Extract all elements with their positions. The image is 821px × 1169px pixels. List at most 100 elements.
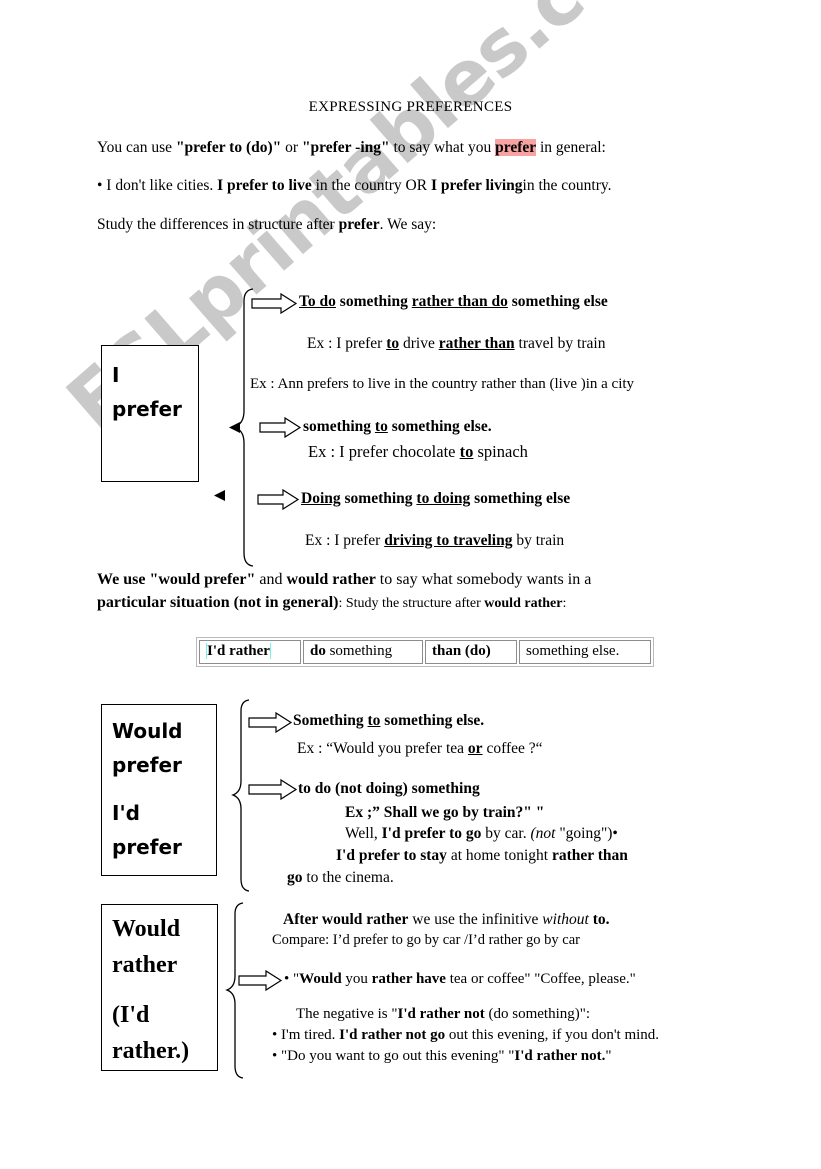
example-emph: to	[386, 335, 400, 352]
would-rather-rule-1: After would rather we use the infinitive…	[283, 911, 609, 929]
would-prefer-example-5: go to the cinema.	[287, 869, 394, 887]
would-rather-example-1: Compare: I’d prefer to go by car /I’d ra…	[272, 932, 580, 948]
intro-text: in the country.	[522, 177, 612, 194]
would-prefer-rule-2: to do (not doing) something	[298, 780, 480, 797]
key-box-line: I'd	[112, 801, 140, 825]
prefer-example-3: Ex : I prefer chocolate to spinach	[308, 442, 528, 462]
example-emph: I'd prefer to go	[381, 825, 482, 842]
intro-text: . We say:	[379, 216, 437, 233]
example-text: I'm tired.	[277, 1027, 340, 1043]
structure-table: I'd rather do something than (do) someth…	[196, 637, 654, 667]
example-text: (do something)":	[484, 1006, 591, 1022]
table-cell-comparison: than (do)	[425, 640, 517, 664]
rule-text: To do	[299, 293, 336, 310]
key-box-line: rather.)	[112, 1038, 190, 1064]
rule-text: Something	[293, 712, 368, 729]
example-text: Ex : I prefer chocolate	[308, 442, 460, 461]
rule-text: something	[340, 490, 417, 507]
rule-emph: would rather	[321, 911, 409, 928]
example-text: by train	[512, 532, 565, 549]
rule-text: something else	[470, 490, 571, 507]
brace-i-prefer	[231, 288, 254, 567]
would-rather-example-4: • I'm tired. I'd rather not go out this …	[272, 1027, 659, 1044]
example-text: "going")•	[555, 825, 618, 842]
example-emph: I'd prefer to stay	[336, 847, 447, 864]
rule-text: something	[303, 418, 375, 435]
triangle-left-icon	[229, 422, 240, 433]
arrow-right-icon	[259, 416, 302, 439]
key-box-line: rather	[112, 952, 178, 978]
key-box-line: I	[112, 363, 120, 387]
key-box-would-rather: Would rather (I'd rather.)	[101, 904, 218, 1071]
example-emph: go	[287, 869, 303, 886]
key-box-line: Would	[112, 916, 181, 942]
cell-text: something	[325, 643, 393, 659]
emph-i-prefer-to-live: I prefer to live	[217, 177, 312, 194]
would-prefer-rule-1: Something to something else.	[293, 712, 484, 730]
would-prefer-example-3: Well, I'd prefer to go by car. (not "goi…	[345, 825, 618, 843]
key-box-line: prefer	[112, 397, 182, 421]
would-prefer-example-2: Ex ;” Shall we go by train?" "	[345, 804, 545, 821]
rule-text: Doing	[301, 490, 341, 507]
cell-text: I'd rather	[207, 643, 270, 659]
example-emph: rather than	[438, 335, 515, 352]
intro-line-1: You can use "prefer to (do)" or "prefer …	[97, 138, 606, 158]
rule-text: something	[335, 293, 412, 310]
example-text: Ex : I prefer	[307, 335, 387, 352]
bridge-text: and	[255, 571, 287, 588]
intro-line-2: • I don't like cities. I prefer to live …	[97, 176, 611, 196]
table-cell-subject: I'd rather	[199, 640, 301, 664]
rule-emph-without: without	[542, 911, 589, 928]
bridge-text: to say what somebody wants in a	[375, 571, 592, 588]
example-text: Well,	[345, 825, 382, 842]
table-cell-verb: do something	[303, 640, 423, 664]
example-emph: I'd rather not	[397, 1006, 485, 1022]
emph-prefer: prefer	[338, 216, 380, 233]
example-text: "	[605, 1048, 612, 1064]
prefer-example-1: Ex : I prefer to drive rather than trave…	[307, 335, 605, 353]
worksheet-page: ESLprintables.com EXPRESSING PREFERENCES…	[0, 0, 821, 1169]
prefer-example-4: Ex : I prefer driving to traveling by tr…	[305, 532, 564, 550]
bridge-emph-would-rather: would rather	[484, 596, 563, 611]
arrow-right-icon	[248, 778, 298, 801]
intro-text: Study the differences in structure after	[97, 216, 339, 233]
cell-text: something else.	[526, 643, 620, 659]
example-emph: Would	[299, 971, 342, 987]
emph-i-prefer-living: I prefer living	[430, 177, 523, 194]
brace-would-prefer	[231, 699, 250, 892]
bridge-emph-would-prefer: "would prefer"	[149, 571, 256, 588]
rule-text: to	[374, 418, 388, 435]
bridge-text: particular situation (not in general)	[97, 594, 339, 611]
example-emph: or	[467, 740, 483, 757]
rule-text: to	[367, 712, 381, 729]
brace-would-rather	[225, 902, 244, 1079]
example-text: drive	[399, 335, 439, 352]
intro-emph-prefer-to-do: "prefer to (do)"	[175, 139, 282, 156]
bridge-line-2: particular situation (not in general): S…	[97, 593, 566, 614]
arrow-right-icon	[248, 711, 293, 734]
arrow-right-icon	[257, 488, 300, 511]
example-text: spinach	[473, 442, 528, 461]
rule-text: After	[283, 911, 322, 928]
key-box-gap	[102, 983, 217, 997]
bridge-text: : Study the structure after	[338, 596, 485, 611]
highlighted-word-prefer: prefer	[495, 139, 537, 156]
example-text: at home tonight	[446, 847, 552, 864]
triangle-left-icon	[214, 490, 225, 501]
example-emph: rather than	[551, 847, 628, 864]
prefer-rule-1: To do something rather than do something…	[299, 293, 608, 311]
cell-text: than (do)	[432, 643, 491, 659]
example-text: "Do you want to go out this evening" "	[277, 1048, 515, 1064]
would-rather-example-3: The negative is "I'd rather not (do some…	[296, 1006, 590, 1023]
example-emph-not: (not	[530, 825, 556, 842]
rule-text: something else	[507, 293, 608, 310]
intro-text: in the country OR	[311, 177, 431, 194]
cell-text: do	[310, 643, 326, 659]
rule-text: something else.	[380, 712, 485, 729]
key-box-line: prefer	[112, 835, 182, 859]
example-emph: I'd rather not go	[339, 1027, 446, 1043]
bridge-text: :	[562, 596, 567, 611]
rule-text: to.	[588, 911, 610, 928]
example-text: "	[289, 971, 300, 987]
key-box-gap	[102, 782, 216, 796]
